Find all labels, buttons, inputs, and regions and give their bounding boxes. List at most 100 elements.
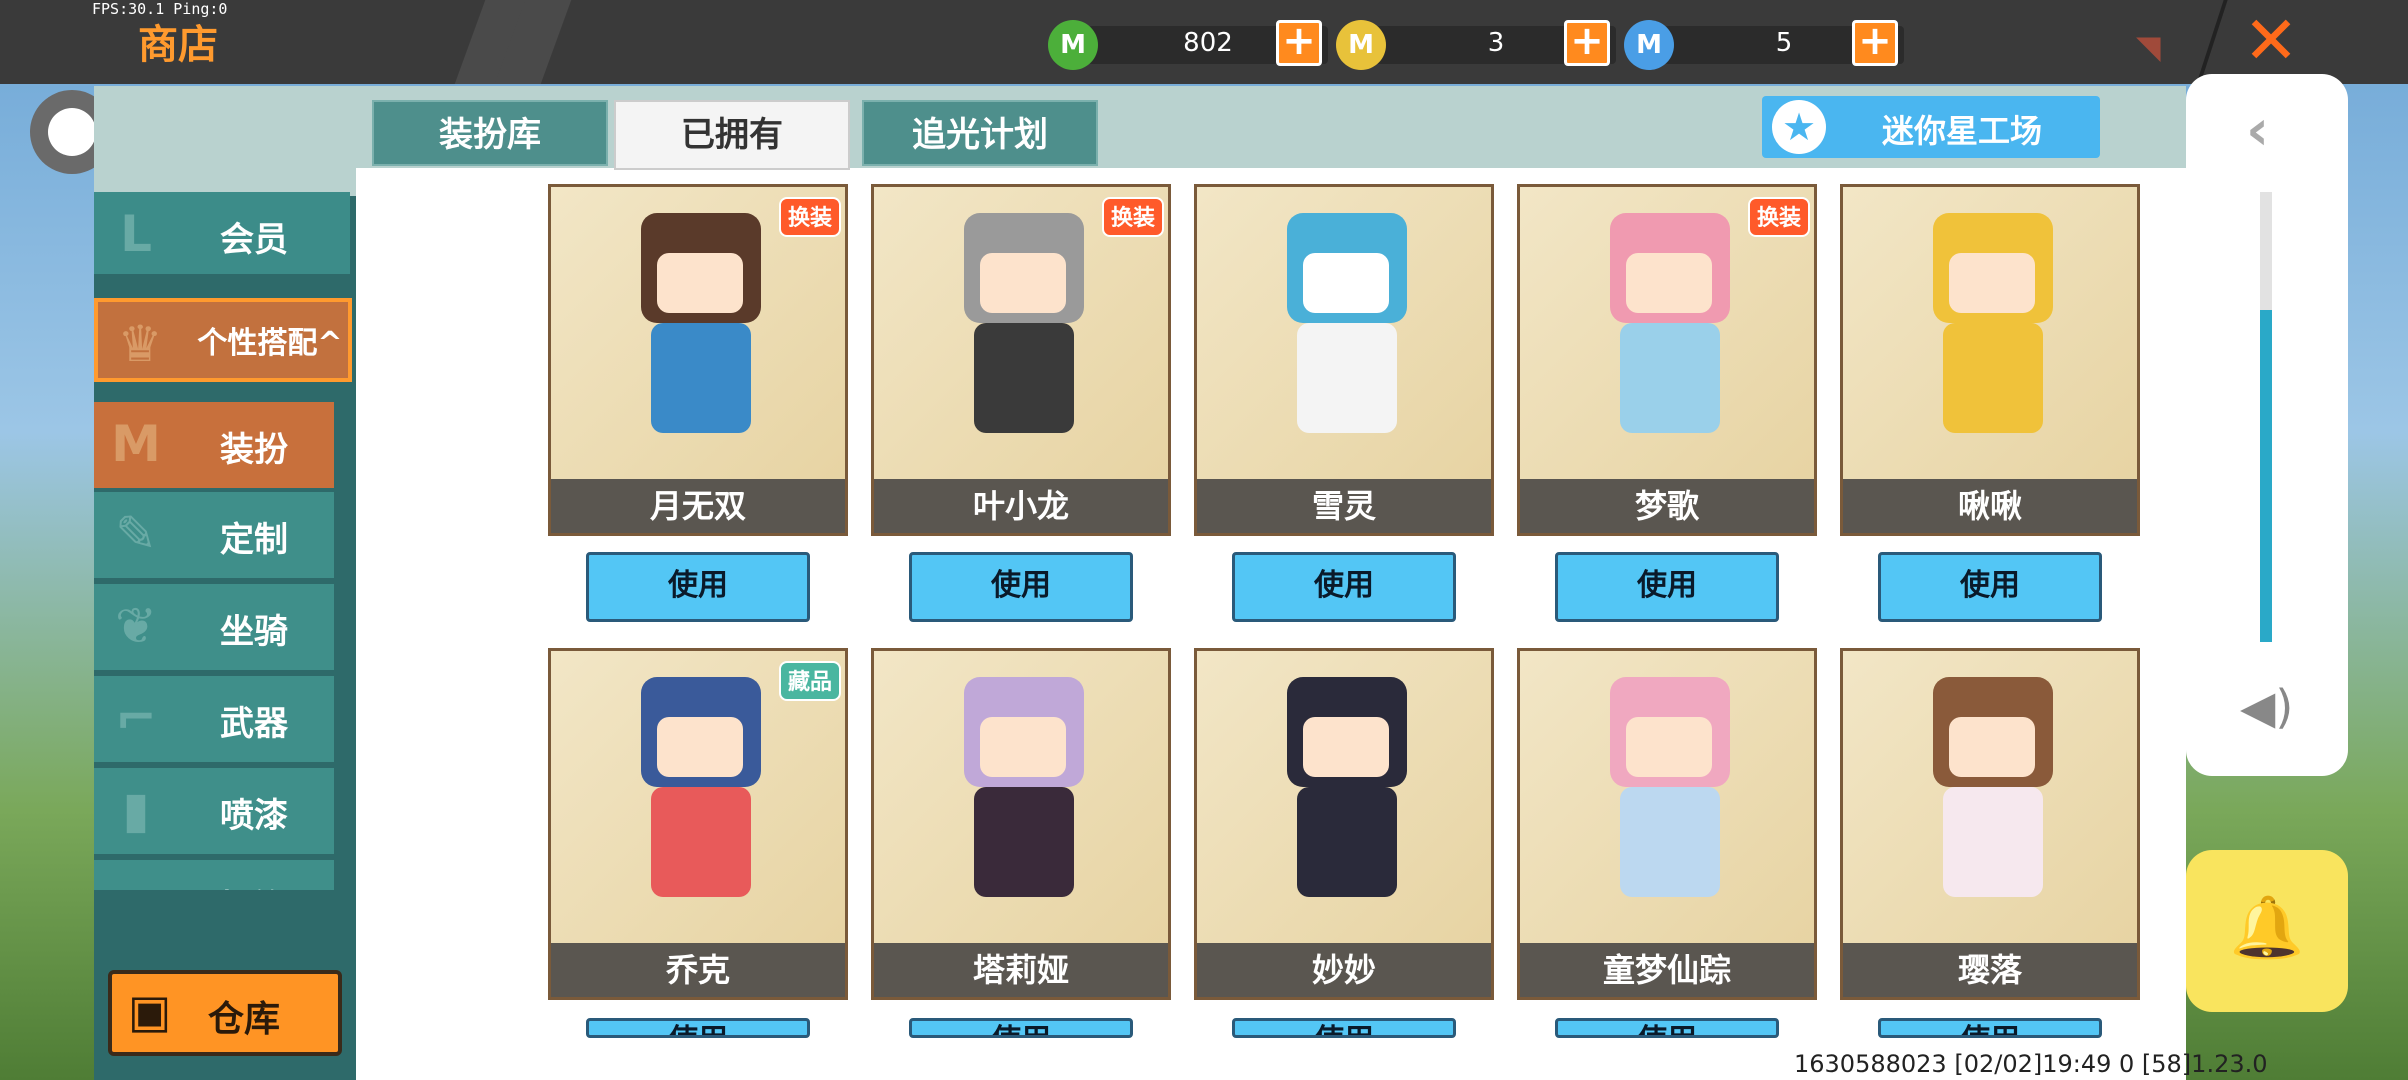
- use-button[interactable]: 使用: [586, 552, 810, 622]
- sidebar-item-label: 定制: [220, 520, 288, 560]
- character-face: [657, 717, 743, 777]
- speaker-icon[interactable]: ◀): [2240, 680, 2293, 734]
- shirt-icon: M: [111, 415, 161, 473]
- chevron-left-icon[interactable]: ‹: [2246, 98, 2269, 163]
- sidebar-item-label: 个性搭配^: [197, 326, 343, 361]
- mini-workshop-button[interactable]: ★ 迷你星工场: [1762, 96, 2100, 158]
- use-button[interactable]: 使用: [586, 1018, 810, 1038]
- tab-owned[interactable]: 已拥有: [614, 100, 850, 170]
- item-card[interactable]: 藏品 乔克: [548, 648, 848, 1000]
- character-body: [651, 323, 751, 433]
- add-mini-bean-button[interactable]: +: [1276, 20, 1322, 66]
- gun-icon: ⌐: [115, 689, 157, 747]
- chest-icon: ▣: [128, 984, 172, 1038]
- item-card[interactable]: 换装 叶小龙: [871, 184, 1171, 536]
- character-face: [1303, 717, 1389, 777]
- character-body: [1943, 787, 2043, 897]
- item-name: 塔莉娅: [972, 951, 1069, 989]
- star-icon: ★: [1772, 100, 1826, 154]
- sidebar-item-weapon[interactable]: ⌐ 武器: [94, 676, 334, 762]
- character-face: [1626, 717, 1712, 777]
- character-figure: [611, 677, 791, 917]
- item-card[interactable]: 妙妙: [1194, 648, 1494, 1000]
- item-badge: 换装: [1102, 197, 1164, 237]
- item-badge: 换装: [1748, 197, 1810, 237]
- notification-button[interactable]: 🔔: [2186, 850, 2348, 1012]
- add-star-coin-button[interactable]: +: [1852, 20, 1898, 66]
- signal-icon: ◥: [2136, 28, 2161, 66]
- item-card[interactable]: 换装 梦歌: [1517, 184, 1817, 536]
- character-figure: [1257, 677, 1437, 917]
- character-face: [1626, 253, 1712, 313]
- sidebar-item-skin[interactable]: M 装扮: [94, 402, 334, 488]
- sidebar-item-outfit-group[interactable]: ♛ 个性搭配^: [94, 298, 352, 382]
- pencil-icon: ✎: [115, 505, 157, 563]
- character-body: [974, 323, 1074, 433]
- sidebar-item-label: 武器: [220, 704, 288, 744]
- character-face: [1949, 717, 2035, 777]
- sidebar-item-decoration[interactable]: 摆饰: [94, 860, 334, 890]
- character-body: [1297, 787, 1397, 897]
- item-name: 童梦仙踪: [1602, 951, 1731, 989]
- use-button[interactable]: 使用: [1878, 1018, 2102, 1038]
- character-body: [651, 787, 751, 897]
- use-button[interactable]: 使用: [1555, 552, 1779, 622]
- item-name: 梦歌: [1634, 487, 1699, 525]
- item-name: 雪灵: [1311, 487, 1376, 525]
- warehouse-label: 仓库: [208, 999, 281, 1040]
- sidebar-item-mount[interactable]: ❦ 坐骑: [94, 584, 334, 670]
- item-card[interactable]: 换装 月无双: [548, 184, 848, 536]
- use-button[interactable]: 使用: [1232, 1018, 1456, 1038]
- character-figure: [611, 213, 791, 453]
- close-icon[interactable]: ✕: [2236, 6, 2306, 76]
- character-figure: [934, 213, 1114, 453]
- item-badge: 藏品: [779, 661, 841, 701]
- tab-chase-light-plan[interactable]: 追光计划: [862, 100, 1098, 166]
- item-badge: 换装: [779, 197, 841, 237]
- item-name: 乔克: [665, 951, 730, 989]
- item-name: 叶小龙: [972, 487, 1069, 525]
- character-face: [980, 717, 1066, 777]
- character-body: [1620, 323, 1720, 433]
- version-info: 1630588023 [02/02]19:49 0 [58]1.23.0: [1794, 1050, 2268, 1078]
- record-dot-icon: [48, 108, 96, 156]
- character-body: [1943, 323, 2043, 433]
- item-card[interactable]: 塔莉娅: [871, 648, 1171, 1000]
- use-button[interactable]: 使用: [1232, 552, 1456, 622]
- page-title: 商店: [138, 22, 218, 68]
- character-body: [1297, 323, 1397, 433]
- warehouse-button[interactable]: ▣ 仓库: [108, 970, 342, 1056]
- add-mini-coin-button[interactable]: +: [1564, 20, 1610, 66]
- use-button[interactable]: 使用: [909, 552, 1133, 622]
- member-icon: L: [120, 205, 152, 263]
- item-name: 妙妙: [1311, 951, 1376, 989]
- use-button[interactable]: 使用: [1878, 552, 2102, 622]
- sidebar-item-label: 摆饰: [184, 880, 324, 890]
- item-name: 啾啾: [1957, 487, 2022, 525]
- character-face: [1949, 253, 2035, 313]
- character-figure: [934, 677, 1114, 917]
- character-face: [657, 253, 743, 313]
- bell-icon: 🔔: [2229, 893, 2305, 963]
- spray-can-icon: ▮: [122, 781, 150, 839]
- item-card[interactable]: 雪灵: [1194, 184, 1494, 536]
- character-figure: [1903, 677, 2083, 917]
- currency-star-coin: M 5 +: [1624, 20, 1924, 70]
- currency-mini-bean: M 802 +: [1048, 20, 1348, 70]
- character-figure: [1257, 213, 1437, 453]
- sidebar-item-label: 坐骑: [220, 612, 288, 652]
- use-button[interactable]: 使用: [909, 1018, 1133, 1038]
- use-button[interactable]: 使用: [1555, 1018, 1779, 1038]
- trophy-icon: ♛: [117, 315, 163, 373]
- tab-outfit-library[interactable]: 装扮库: [372, 100, 608, 166]
- sidebar-item-custom[interactable]: ✎ 定制: [94, 492, 334, 578]
- currency-mini-coin: M 3 +: [1336, 20, 1636, 70]
- sidebar-item-label: 喷漆: [220, 796, 288, 836]
- item-card[interactable]: 童梦仙踪: [1517, 648, 1817, 1000]
- sidebar-item-member[interactable]: L 会员: [94, 192, 350, 274]
- character-body: [1620, 787, 1720, 897]
- mount-icon: ❦: [115, 597, 157, 655]
- sidebar-item-spray[interactable]: ▮ 喷漆: [94, 768, 334, 854]
- item-card[interactable]: 啾啾: [1840, 184, 2140, 536]
- item-card[interactable]: 璎落: [1840, 648, 2140, 1000]
